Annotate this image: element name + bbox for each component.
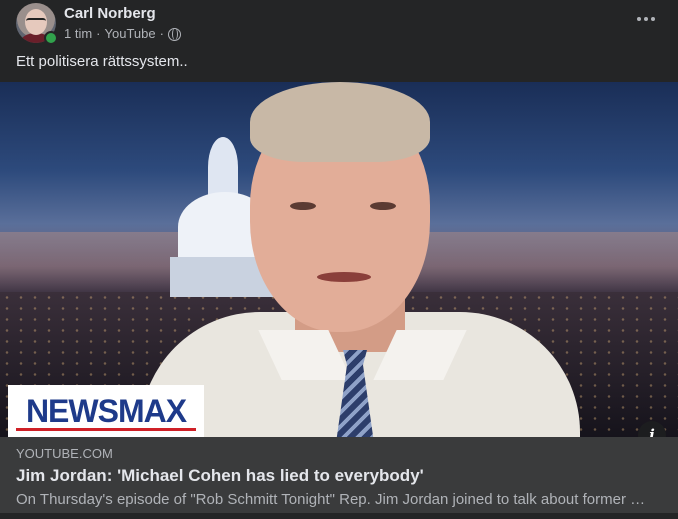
link-title[interactable]: Jim Jordan: 'Michael Cohen has lied to e…	[16, 466, 424, 486]
more-options-button[interactable]	[632, 9, 660, 29]
dot-icon	[651, 17, 655, 21]
post-meta: 1 tim · YouTube ·	[64, 26, 181, 41]
post-time[interactable]: 1 tim	[64, 26, 92, 41]
link-preview[interactable]: YOUTUBE.COM Jim Jordan: 'Michael Cohen h…	[0, 437, 678, 513]
post-source: YouTube	[104, 26, 156, 41]
speaker-hair	[250, 82, 430, 162]
logo-text: NEWSMAX	[25, 392, 187, 429]
link-description: On Thursday's episode of "Rob Schmitt To…	[16, 491, 652, 508]
speaker-eye-left	[290, 202, 316, 210]
avatar-glasses	[26, 18, 46, 25]
meta-separator: ·	[96, 26, 101, 41]
dot-icon	[637, 17, 641, 21]
newsmax-logo: NEWSMAX	[8, 385, 204, 437]
globe-icon[interactable]	[167, 28, 181, 41]
logo-underline	[16, 428, 196, 431]
link-domain: YOUTUBE.COM	[16, 446, 113, 461]
post-header: Carl Norberg 1 tim · YouTube ·	[16, 3, 662, 45]
video-thumbnail[interactable]: NEWSMAX i	[0, 82, 678, 437]
speaker-eye-right	[370, 202, 396, 210]
meta-separator-2: ·	[159, 26, 164, 41]
dot-icon	[644, 17, 648, 21]
speaker-mouth	[317, 272, 371, 282]
post-text: Ett politisera rättssystem..	[16, 53, 188, 70]
speaker-figure	[120, 82, 590, 437]
post-footer-strip	[0, 513, 678, 519]
feed-post: Carl Norberg 1 tim · YouTube · Ett polit…	[0, 0, 678, 519]
author-name[interactable]: Carl Norberg	[64, 5, 156, 22]
online-status-icon	[44, 31, 58, 45]
